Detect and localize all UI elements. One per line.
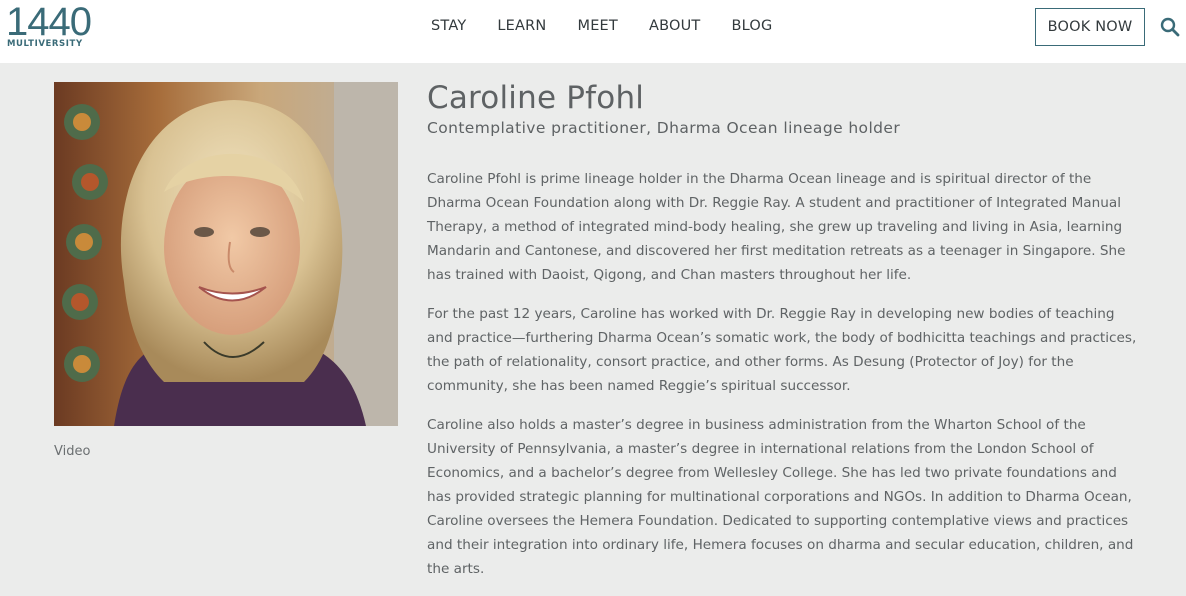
logo-subtitle: MULTIVERSITY bbox=[7, 39, 83, 49]
nav-item-learn[interactable]: LEARN bbox=[497, 18, 546, 34]
site-header: 1440 MULTIVERSITY STAY LEARN MEET ABOUT … bbox=[0, 0, 1186, 63]
portrait-image bbox=[54, 82, 398, 426]
bio-paragraph: Caroline Pfohl is prime lineage holder i… bbox=[427, 171, 1126, 283]
bio-paragraph: For the past 12 years, Caroline has work… bbox=[427, 306, 1137, 394]
profile-subtitle: Contemplative practitioner, Dharma Ocean… bbox=[427, 119, 901, 137]
nav-item-about[interactable]: ABOUT bbox=[649, 18, 701, 34]
profile-photo bbox=[54, 82, 398, 426]
site-logo[interactable]: 1440 MULTIVERSITY bbox=[6, 2, 98, 50]
nav-item-blog[interactable]: BLOG bbox=[731, 18, 772, 34]
nav-item-stay[interactable]: STAY bbox=[431, 18, 466, 34]
logo-number: 1440 bbox=[6, 0, 92, 44]
search-icon[interactable] bbox=[1160, 17, 1180, 37]
book-now-button[interactable]: BOOK NOW bbox=[1035, 8, 1145, 46]
profile-bio: Caroline Pfohl is prime lineage holder i… bbox=[427, 167, 1143, 596]
photo-caption[interactable]: Video bbox=[54, 444, 90, 459]
profile-name: Caroline Pfohl bbox=[427, 80, 645, 116]
main-nav: STAY LEARN MEET ABOUT BLOG bbox=[431, 18, 803, 34]
nav-item-meet[interactable]: MEET bbox=[577, 18, 618, 34]
bio-paragraph: Caroline also holds a master’s degree in… bbox=[427, 417, 1134, 577]
